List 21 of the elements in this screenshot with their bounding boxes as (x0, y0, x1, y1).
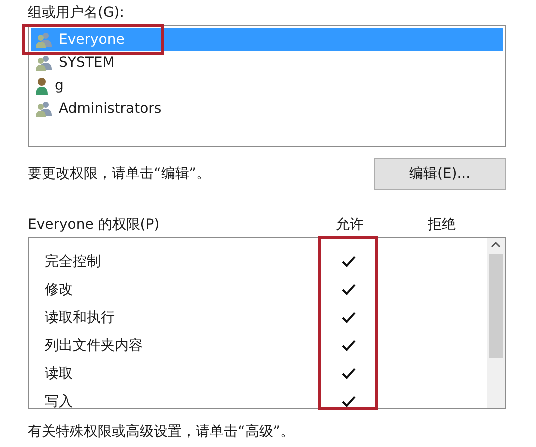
permission-name: 读取 (44, 365, 74, 383)
user-row[interactable]: SYSTEM (31, 51, 503, 74)
permission-name: 修改 (44, 281, 74, 299)
edit-button[interactable]: 编辑(E)... (374, 158, 506, 190)
user-row[interactable]: g (31, 74, 503, 97)
permission-name: 写入 (44, 393, 74, 408)
user-row[interactable]: Administrators (31, 97, 503, 120)
advanced-hint: 有关特殊权限或高级设置，请单击“高级”。 (28, 423, 296, 441)
scrollbar[interactable] (487, 238, 505, 408)
column-header: 拒绝 (427, 216, 457, 234)
group-icon (35, 54, 53, 70)
user-icon (35, 76, 49, 94)
permission-name: 读取和执行 (44, 309, 116, 327)
permission-name: 列出文件夹内容 (44, 337, 144, 355)
permission-name: 完全控制 (44, 253, 102, 271)
users-label: 组或用户名(G): (28, 4, 126, 22)
group-icon (35, 100, 53, 116)
group-icon (35, 32, 53, 48)
permissions-label: Everyone 的权限(P) (28, 216, 161, 234)
column-header: 允许 (335, 216, 365, 234)
edit-hint: 要更改权限，请单击“编辑”。 (28, 165, 211, 183)
